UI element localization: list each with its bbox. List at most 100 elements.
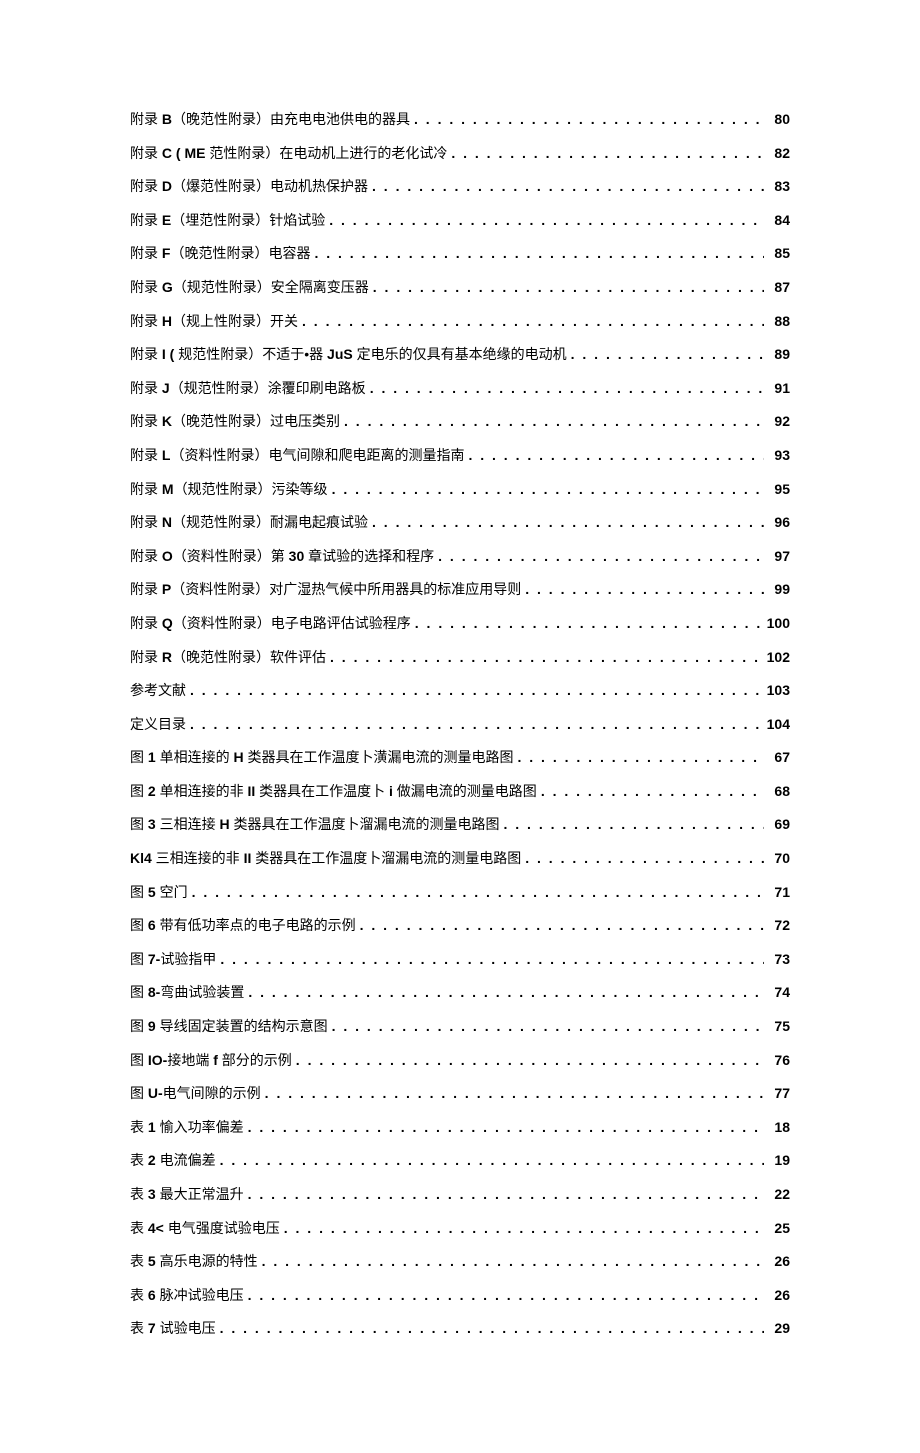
toc-entry: 附录 Q（资料性附录）电子电路评估试验程序100: [130, 614, 790, 634]
toc-leader-dots: [292, 1051, 768, 1071]
toc-entry-label: 图 7-试验指甲: [130, 950, 216, 970]
toc-entry-label: 附录 E（埋范性附录）针焰试验: [130, 211, 325, 231]
toc-leader-dots: [244, 1185, 768, 1205]
toc-entry: Kl4 三相连接的非 II 类器具在工作温度卜溜漏电流的测量电路图 70: [130, 849, 790, 869]
toc-leader-dots: [258, 1252, 768, 1272]
toc-leader-dots: [434, 547, 768, 567]
toc-entry-label: 附录 G（规范性附录）安全隔离变压器: [130, 278, 369, 298]
toc-entry: 表 5 高乐电源的特性26: [130, 1252, 790, 1272]
toc-entry: 定义目录104: [130, 715, 790, 735]
toc-entry-page: 18: [768, 1118, 790, 1138]
toc-leader-dots: [521, 580, 768, 600]
toc-entry: 附录 O（资料性附录）第 30 章试验的选择和程序97: [130, 547, 790, 567]
toc-entry-label: 附录 R（晚范性附录）软件评估: [130, 648, 326, 668]
toc-entry-label: 附录 I ( 规范性附录）不适于•器 JuS 定电乐的仅具有基本绝缘的电动机: [130, 345, 567, 365]
toc-entry-page: 99: [768, 580, 790, 600]
toc-leader-dots: [186, 715, 767, 735]
toc-entry-label: 图 5 空门: [130, 883, 188, 903]
toc-entry-page: 84: [768, 211, 790, 231]
toc-entry-page: 71: [768, 883, 790, 903]
toc-entry-page: 69: [768, 815, 790, 835]
toc-leader-dots: [325, 211, 768, 231]
toc-entry-page: 97: [768, 547, 790, 567]
toc-entry-page: 95: [768, 480, 790, 500]
toc-entry-page: 77: [768, 1084, 790, 1104]
toc-entry-label: 图 3 三相连接 H 类器具在工作温度卜溜漏电流的测量电路图: [130, 815, 499, 835]
toc-leader-dots: [188, 883, 768, 903]
toc-entry: 附录 D（爆范性附录）电动机热保护器83: [130, 177, 790, 197]
toc-entry-page: 76: [768, 1051, 790, 1071]
toc-leader-dots: [537, 782, 768, 802]
toc-entry: 图 U-电气间隙的示例 77: [130, 1084, 790, 1104]
toc-entry-page: 96: [768, 513, 790, 533]
toc-entry: 附录 N（规范性附录）耐漏电起痕试验96: [130, 513, 790, 533]
toc-entry-page: 92: [768, 412, 790, 432]
toc-entry: 图 5 空门 71: [130, 883, 790, 903]
toc-entry-label: 图 2 单相连接的非 II 类器具在工作温度卜 i 做漏电流的测量电路图: [130, 782, 537, 802]
toc-leader-dots: [326, 648, 767, 668]
toc-entry-label: 图 U-电气间隙的示例: [130, 1084, 261, 1104]
toc-entry: 图 6 带有低功率点的电子电路的示例 72: [130, 916, 790, 936]
toc-leader-dots: [244, 983, 768, 1003]
toc-entry-label: 表 5 高乐电源的特性: [130, 1252, 258, 1272]
toc-entry: 附录 I ( 规范性附录）不适于•器 JuS 定电乐的仅具有基本绝缘的电动机 89: [130, 345, 790, 365]
toc-entry: 表 2 电流偏差19: [130, 1151, 790, 1171]
toc-entry-label: 附录 D（爆范性附录）电动机热保护器: [130, 177, 368, 197]
toc-entry-page: 88: [768, 312, 790, 332]
toc-entry-label: 附录 F（晚范性附录）电容器: [130, 244, 310, 264]
toc-leader-dots: [411, 614, 767, 634]
toc-entry-page: 74: [768, 983, 790, 1003]
toc-entry-label: 表 1 愉入功率偏差: [130, 1118, 244, 1138]
toc-entry-page: 91: [768, 379, 790, 399]
toc-entry: 附录 L（资料性附录）电气间隙和爬电距离的测量指南93: [130, 446, 790, 466]
toc-entry: 图 8-弯曲试验装置74: [130, 983, 790, 1003]
toc-leader-dots: [499, 815, 768, 835]
toc-leader-dots: [447, 144, 768, 164]
toc-entry-label: 附录 Q（资料性附录）电子电路评估试验程序: [130, 614, 411, 634]
toc-leader-dots: [244, 1118, 768, 1138]
toc-entry: 附录 C ( ME 范性附录）在电动机上进行的老化试冷82: [130, 144, 790, 164]
toc-leader-dots: [567, 345, 768, 365]
toc-entry-label: 附录 K（晚范性附录）过电压类别: [130, 412, 340, 432]
table-of-contents: 附录 B（晚范性附录）由充电电池供电的器具80 附录 C ( ME 范性附录）在电…: [130, 110, 790, 1339]
toc-entry-page: 93: [768, 446, 790, 466]
toc-entry-page: 80: [768, 110, 790, 130]
toc-entry: 表 4< 电气强度试验电压25: [130, 1219, 790, 1239]
toc-entry-page: 72: [768, 916, 790, 936]
toc-leader-dots: [328, 480, 768, 500]
toc-entry-page: 26: [768, 1286, 790, 1306]
toc-leader-dots: [356, 916, 768, 936]
toc-entry: 图 3 三相连接 H 类器具在工作温度卜溜漏电流的测量电路图 69: [130, 815, 790, 835]
toc-leader-dots: [216, 1319, 768, 1339]
toc-leader-dots: [368, 177, 768, 197]
toc-entry-page: 89: [768, 345, 790, 365]
toc-leader-dots: [261, 1084, 768, 1104]
toc-entry-label: 附录 M（规范性附录）污染等级: [130, 480, 328, 500]
toc-entry: 图 IO-接地端 f 部分的示例76: [130, 1051, 790, 1071]
toc-entry-page: 19: [768, 1151, 790, 1171]
toc-entry: 附录 J（规范性附录）涂覆印刷电路板 91: [130, 379, 790, 399]
toc-entry-page: 25: [768, 1219, 790, 1239]
toc-entry: 附录 K（晚范性附录）过电压类别 92: [130, 412, 790, 432]
toc-leader-dots: [366, 379, 768, 399]
toc-entry: 表 6 脉冲试验电压26: [130, 1286, 790, 1306]
toc-leader-dots: [244, 1286, 768, 1306]
toc-entry-label: Kl4 三相连接的非 II 类器具在工作温度卜溜漏电流的测量电路图: [130, 849, 521, 869]
toc-entry: 图 9 导线固定装置的结构示意图75: [130, 1017, 790, 1037]
toc-leader-dots: [369, 278, 768, 298]
toc-entry-label: 附录 J（规范性附录）涂覆印刷电路板: [130, 379, 366, 399]
toc-entry-page: 22: [768, 1185, 790, 1205]
toc-entry-page: 103: [767, 681, 790, 701]
toc-entry: 表 1 愉入功率偏差 18: [130, 1118, 790, 1138]
toc-entry-page: 87: [768, 278, 790, 298]
toc-entry-page: 85: [768, 244, 790, 264]
toc-leader-dots: [340, 412, 768, 432]
toc-entry: 附录 H（规上性附录）开关88: [130, 312, 790, 332]
toc-entry-page: 29: [768, 1319, 790, 1339]
toc-entry-page: 70: [768, 849, 790, 869]
toc-entry: 图 2 单相连接的非 II 类器具在工作温度卜 i 做漏电流的测量电路图68: [130, 782, 790, 802]
toc-leader-dots: [521, 849, 768, 869]
toc-entry-label: 图 6 带有低功率点的电子电路的示例: [130, 916, 356, 936]
toc-entry: 表 7 试验电压29: [130, 1319, 790, 1339]
toc-entry: 附录 B（晚范性附录）由充电电池供电的器具80: [130, 110, 790, 130]
